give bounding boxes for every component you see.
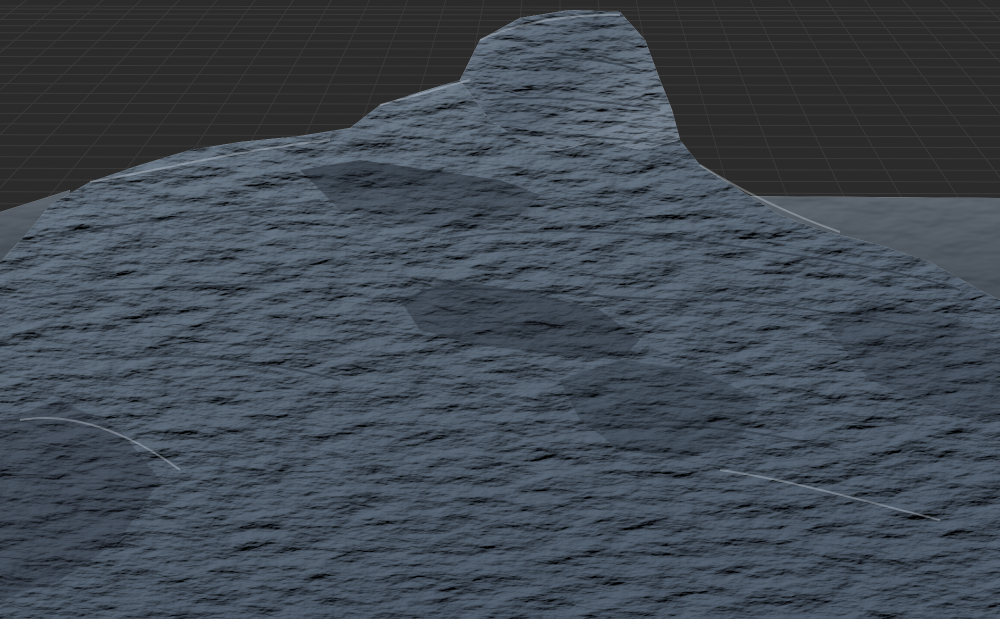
viewport-scene[interactable] <box>0 0 1000 619</box>
3d-viewport[interactable] <box>0 0 1000 619</box>
